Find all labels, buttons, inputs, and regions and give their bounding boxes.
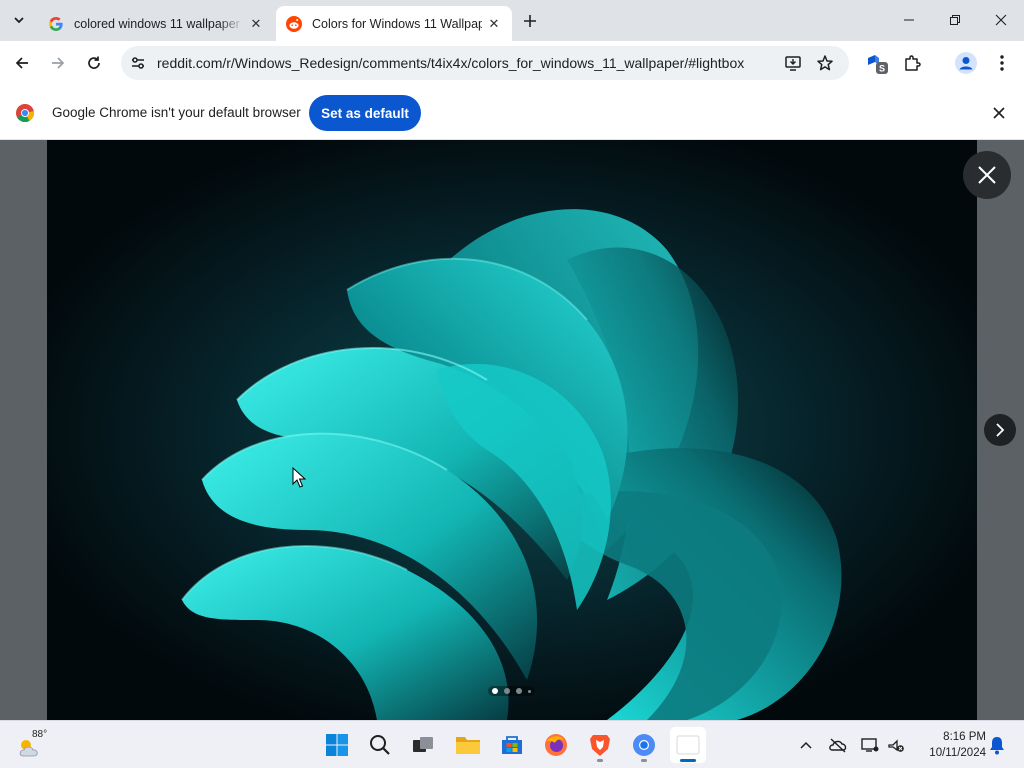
microsoft-store-button[interactable] <box>494 727 530 763</box>
forward-button[interactable] <box>44 49 72 77</box>
close-icon <box>978 166 996 184</box>
address-bar[interactable]: reddit.com/r/Windows_Redesign/comments/t… <box>121 46 849 80</box>
reload-icon <box>88 56 100 69</box>
store-icon <box>502 736 522 754</box>
system-clock[interactable]: 8:16 PM 10/11/2024 <box>916 729 986 761</box>
minimize-icon <box>904 19 914 21</box>
restore-button[interactable] <box>932 0 978 40</box>
display-icon[interactable] <box>860 735 880 755</box>
chrome-icon <box>633 734 655 756</box>
next-image-button[interactable] <box>984 414 1016 446</box>
close-window-button[interactable] <box>978 0 1024 40</box>
task-view-button[interactable] <box>405 727 441 763</box>
avatar-icon <box>955 52 977 74</box>
reload-button[interactable] <box>80 49 108 77</box>
tab-search-button[interactable] <box>6 8 32 32</box>
more-vert-icon <box>1000 55 1004 71</box>
clock-time: 8:16 PM <box>943 731 986 743</box>
bookmark-star-icon[interactable] <box>813 51 837 75</box>
browser-toolbar: reddit.com/r/Windows_Redesign/comments/t… <box>0 41 1024 86</box>
start-button[interactable] <box>319 727 355 763</box>
firefox-icon <box>545 734 567 756</box>
chrome-logo-icon <box>16 104 34 122</box>
new-tab-button[interactable] <box>518 9 542 33</box>
network-muted-icon[interactable] <box>886 735 906 755</box>
tab-google-search[interactable]: colored windows 11 wallpaper ✕ <box>38 6 274 41</box>
search-button[interactable] <box>362 727 398 763</box>
brave-icon <box>590 735 610 756</box>
close-tab-icon[interactable]: ✕ <box>486 16 502 32</box>
extension-button[interactable]: S <box>864 49 892 77</box>
mouse-cursor-icon <box>292 467 306 488</box>
onedrive-offline-icon[interactable] <box>828 735 848 755</box>
running-indicator <box>641 759 647 762</box>
notification-bell-icon[interactable] <box>988 735 1006 755</box>
tab-strip: colored windows 11 wallpaper ✕ Colors fo… <box>0 0 1024 41</box>
slide-indicator <box>488 686 535 696</box>
close-lightbox-button[interactable] <box>963 151 1011 199</box>
tab-title: Colors for Windows 11 Wallpap <box>312 16 482 31</box>
chevron-up-icon[interactable] <box>796 735 816 755</box>
url-text[interactable]: reddit.com/r/Windows_Redesign/comments/t… <box>157 46 744 80</box>
default-browser-infobar: Google Chrome isn't your default browser… <box>0 86 1024 140</box>
windows-logo-icon <box>326 734 348 756</box>
brave-button[interactable] <box>582 727 618 763</box>
extension-puzzle-badge-icon: S <box>868 55 888 74</box>
close-icon <box>995 14 1007 26</box>
restore-icon <box>950 15 960 25</box>
search-icon <box>370 735 390 755</box>
svg-text:S: S <box>879 64 885 74</box>
clock-date: 10/11/2024 <box>929 747 986 759</box>
reddit-icon <box>286 15 302 32</box>
temperature-label: 88° <box>32 729 48 740</box>
running-indicator <box>597 759 603 762</box>
arrow-right-icon <box>52 57 65 69</box>
chrome-button[interactable] <box>626 727 662 763</box>
infobar-message: Google Chrome isn't your default browser <box>52 105 301 120</box>
back-button[interactable] <box>8 49 36 77</box>
running-indicator <box>680 759 696 762</box>
minimize-button[interactable] <box>886 0 932 40</box>
file-explorer-button[interactable] <box>450 727 486 763</box>
active-window-button[interactable] <box>670 727 706 763</box>
wallpaper-image[interactable] <box>47 140 977 720</box>
chevron-right-icon <box>996 423 1005 437</box>
slide-dot[interactable] <box>528 689 531 693</box>
site-settings-icon[interactable] <box>129 54 147 72</box>
windows-taskbar: 88° 8:16 PM 10/11/2024 <box>0 720 1024 768</box>
profile-button[interactable] <box>952 49 980 77</box>
menu-button[interactable] <box>988 49 1016 77</box>
partly-cloudy-icon <box>19 740 38 757</box>
task-view-icon <box>413 737 433 752</box>
set-as-default-button[interactable]: Set as default <box>309 95 421 131</box>
close-icon[interactable] <box>990 104 1008 122</box>
chevron-down-icon <box>14 17 24 24</box>
bloom-wallpaper-art <box>47 140 977 720</box>
plus-icon <box>524 15 536 27</box>
google-icon <box>48 16 64 32</box>
page-content <box>0 140 1024 720</box>
install-app-icon[interactable] <box>781 51 805 75</box>
folder-icon <box>456 737 480 754</box>
slide-dot[interactable] <box>504 688 510 694</box>
tab-reddit[interactable]: Colors for Windows 11 Wallpap ✕ <box>276 6 512 41</box>
puzzle-icon <box>905 55 921 71</box>
window-icon <box>676 735 700 755</box>
weather-widget[interactable]: 88° <box>16 727 56 763</box>
slide-dot[interactable] <box>516 688 522 694</box>
extensions-button[interactable] <box>898 49 926 77</box>
slide-dot[interactable] <box>492 688 498 694</box>
firefox-button[interactable] <box>538 727 574 763</box>
tab-title: colored windows 11 wallpaper <box>74 16 240 31</box>
close-tab-icon[interactable]: ✕ <box>248 16 264 32</box>
arrow-left-icon <box>15 57 28 69</box>
